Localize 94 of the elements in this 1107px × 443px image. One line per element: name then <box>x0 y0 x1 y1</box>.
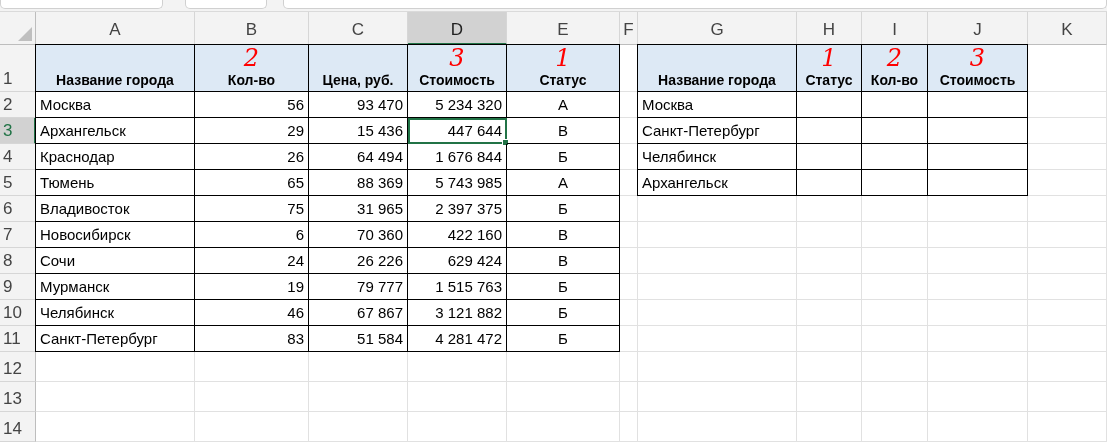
table-cell: Архангельск <box>36 118 195 144</box>
table-cell: 31 965 <box>309 196 408 222</box>
table-cell: 83 <box>195 326 309 352</box>
handwritten-number: 2 <box>243 46 260 70</box>
column-heading: Статус <box>539 72 587 88</box>
table-cell: 2 397 375 <box>408 196 507 222</box>
column-heading: Цена, руб. <box>322 72 394 88</box>
table-cell: 15 436 <box>309 118 408 144</box>
row-header[interactable]: 2 <box>0 92 36 118</box>
row-header[interactable]: 10 <box>0 300 36 326</box>
table-cell: Сочи <box>36 248 195 274</box>
row-header[interactable]: 3 <box>0 118 36 144</box>
table-cell: 629 424 <box>408 248 507 274</box>
table-cell: 64 494 <box>309 144 408 170</box>
column-header[interactable]: F <box>620 12 638 45</box>
table-cell: 88 369 <box>309 170 408 196</box>
table-cell: 46 <box>195 300 309 326</box>
table-cell: В <box>507 118 620 144</box>
table-cell: Челябинск <box>36 300 195 326</box>
table-cell: 5 743 985 <box>408 170 507 196</box>
table-cell: А <box>507 92 620 118</box>
column-header[interactable]: C <box>309 12 408 45</box>
row-header[interactable]: 1 <box>0 45 36 92</box>
table-cell: Челябинск <box>638 144 797 170</box>
column-header[interactable]: I <box>862 12 928 45</box>
table-cell: 19 <box>195 274 309 300</box>
row-header[interactable]: 11 <box>0 326 36 352</box>
row-header[interactable]: 5 <box>0 170 36 196</box>
table-cell: Владивосток <box>36 196 195 222</box>
handwritten-number: 1 <box>821 46 837 70</box>
table-cell: В <box>507 222 620 248</box>
column-header[interactable]: H <box>797 12 862 45</box>
table-cell: 1 676 844 <box>408 144 507 170</box>
table-cell: 26 226 <box>309 248 408 274</box>
table-cell: 24 <box>195 248 309 274</box>
row-header[interactable]: 7 <box>0 222 36 248</box>
table-cell: Краснодар <box>36 144 195 170</box>
row-header[interactable]: 13 <box>0 382 36 412</box>
table-cell: Москва <box>36 92 195 118</box>
row-header[interactable]: 12 <box>0 352 36 382</box>
handwritten-number: 2 <box>886 46 903 70</box>
column-heading: Кол-во <box>227 72 276 88</box>
column-heading: Кол-во <box>870 72 919 88</box>
column-header[interactable]: A <box>36 12 195 45</box>
table-cell: Б <box>507 144 620 170</box>
table-cell: Новосибирск <box>36 222 195 248</box>
table-cell: 26 <box>195 144 309 170</box>
handwritten-number: 3 <box>449 46 465 70</box>
table-cell: 93 470 <box>309 92 408 118</box>
column-header[interactable]: B <box>195 12 309 45</box>
table-cell: 70 360 <box>309 222 408 248</box>
table-cell: 79 777 <box>309 274 408 300</box>
column-header[interactable]: J <box>928 12 1028 45</box>
handwritten-number: 1 <box>555 46 571 70</box>
table-cell: 29 <box>195 118 309 144</box>
table-cell: А <box>507 170 620 196</box>
table-cell: 422 160 <box>408 222 507 248</box>
column-heading: Статус <box>805 72 853 88</box>
column-header[interactable]: K <box>1028 12 1107 45</box>
row-header[interactable]: 6 <box>0 196 36 222</box>
column-header[interactable]: D <box>408 12 507 45</box>
table-cell: Санкт-Петербург <box>36 326 195 352</box>
table-cell: 56 <box>195 92 309 118</box>
column-heading: Стоимость <box>939 72 1016 88</box>
table-cell: 75 <box>195 196 309 222</box>
row-header[interactable]: 4 <box>0 144 36 170</box>
table-cell: 51 584 <box>309 326 408 352</box>
table-cell: Санкт-Петербург <box>638 118 797 144</box>
table-cell: Б <box>507 326 620 352</box>
table-cell: 67 867 <box>309 300 408 326</box>
row-header[interactable]: 8 <box>0 248 36 274</box>
handwritten-number: 3 <box>969 46 986 70</box>
table-cell: Б <box>507 274 620 300</box>
table-cell: Б <box>507 300 620 326</box>
table-cell: Москва <box>638 92 797 118</box>
column-heading: Название города <box>658 72 776 88</box>
table-cell: 6 <box>195 222 309 248</box>
table-cell: 3 121 882 <box>408 300 507 326</box>
table-cell: 65 <box>195 170 309 196</box>
table-cell: Б <box>507 196 620 222</box>
column-heading: Стоимость <box>419 72 495 88</box>
table-cell: Архангельск <box>638 170 797 196</box>
table-cell: 4 281 472 <box>408 326 507 352</box>
row-header[interactable]: 14 <box>0 412 36 442</box>
table-cell: Тюмень <box>36 170 195 196</box>
column-heading: Название города <box>56 72 174 88</box>
column-header[interactable]: E <box>507 12 620 45</box>
table-cell: 447 644 <box>408 118 507 144</box>
table-cell: 1 515 763 <box>408 274 507 300</box>
table-cell: Мурманск <box>36 274 195 300</box>
table-cell: 5 234 320 <box>408 92 507 118</box>
table-cell: В <box>507 248 620 274</box>
column-header[interactable]: G <box>638 12 797 45</box>
row-header[interactable]: 9 <box>0 274 36 300</box>
